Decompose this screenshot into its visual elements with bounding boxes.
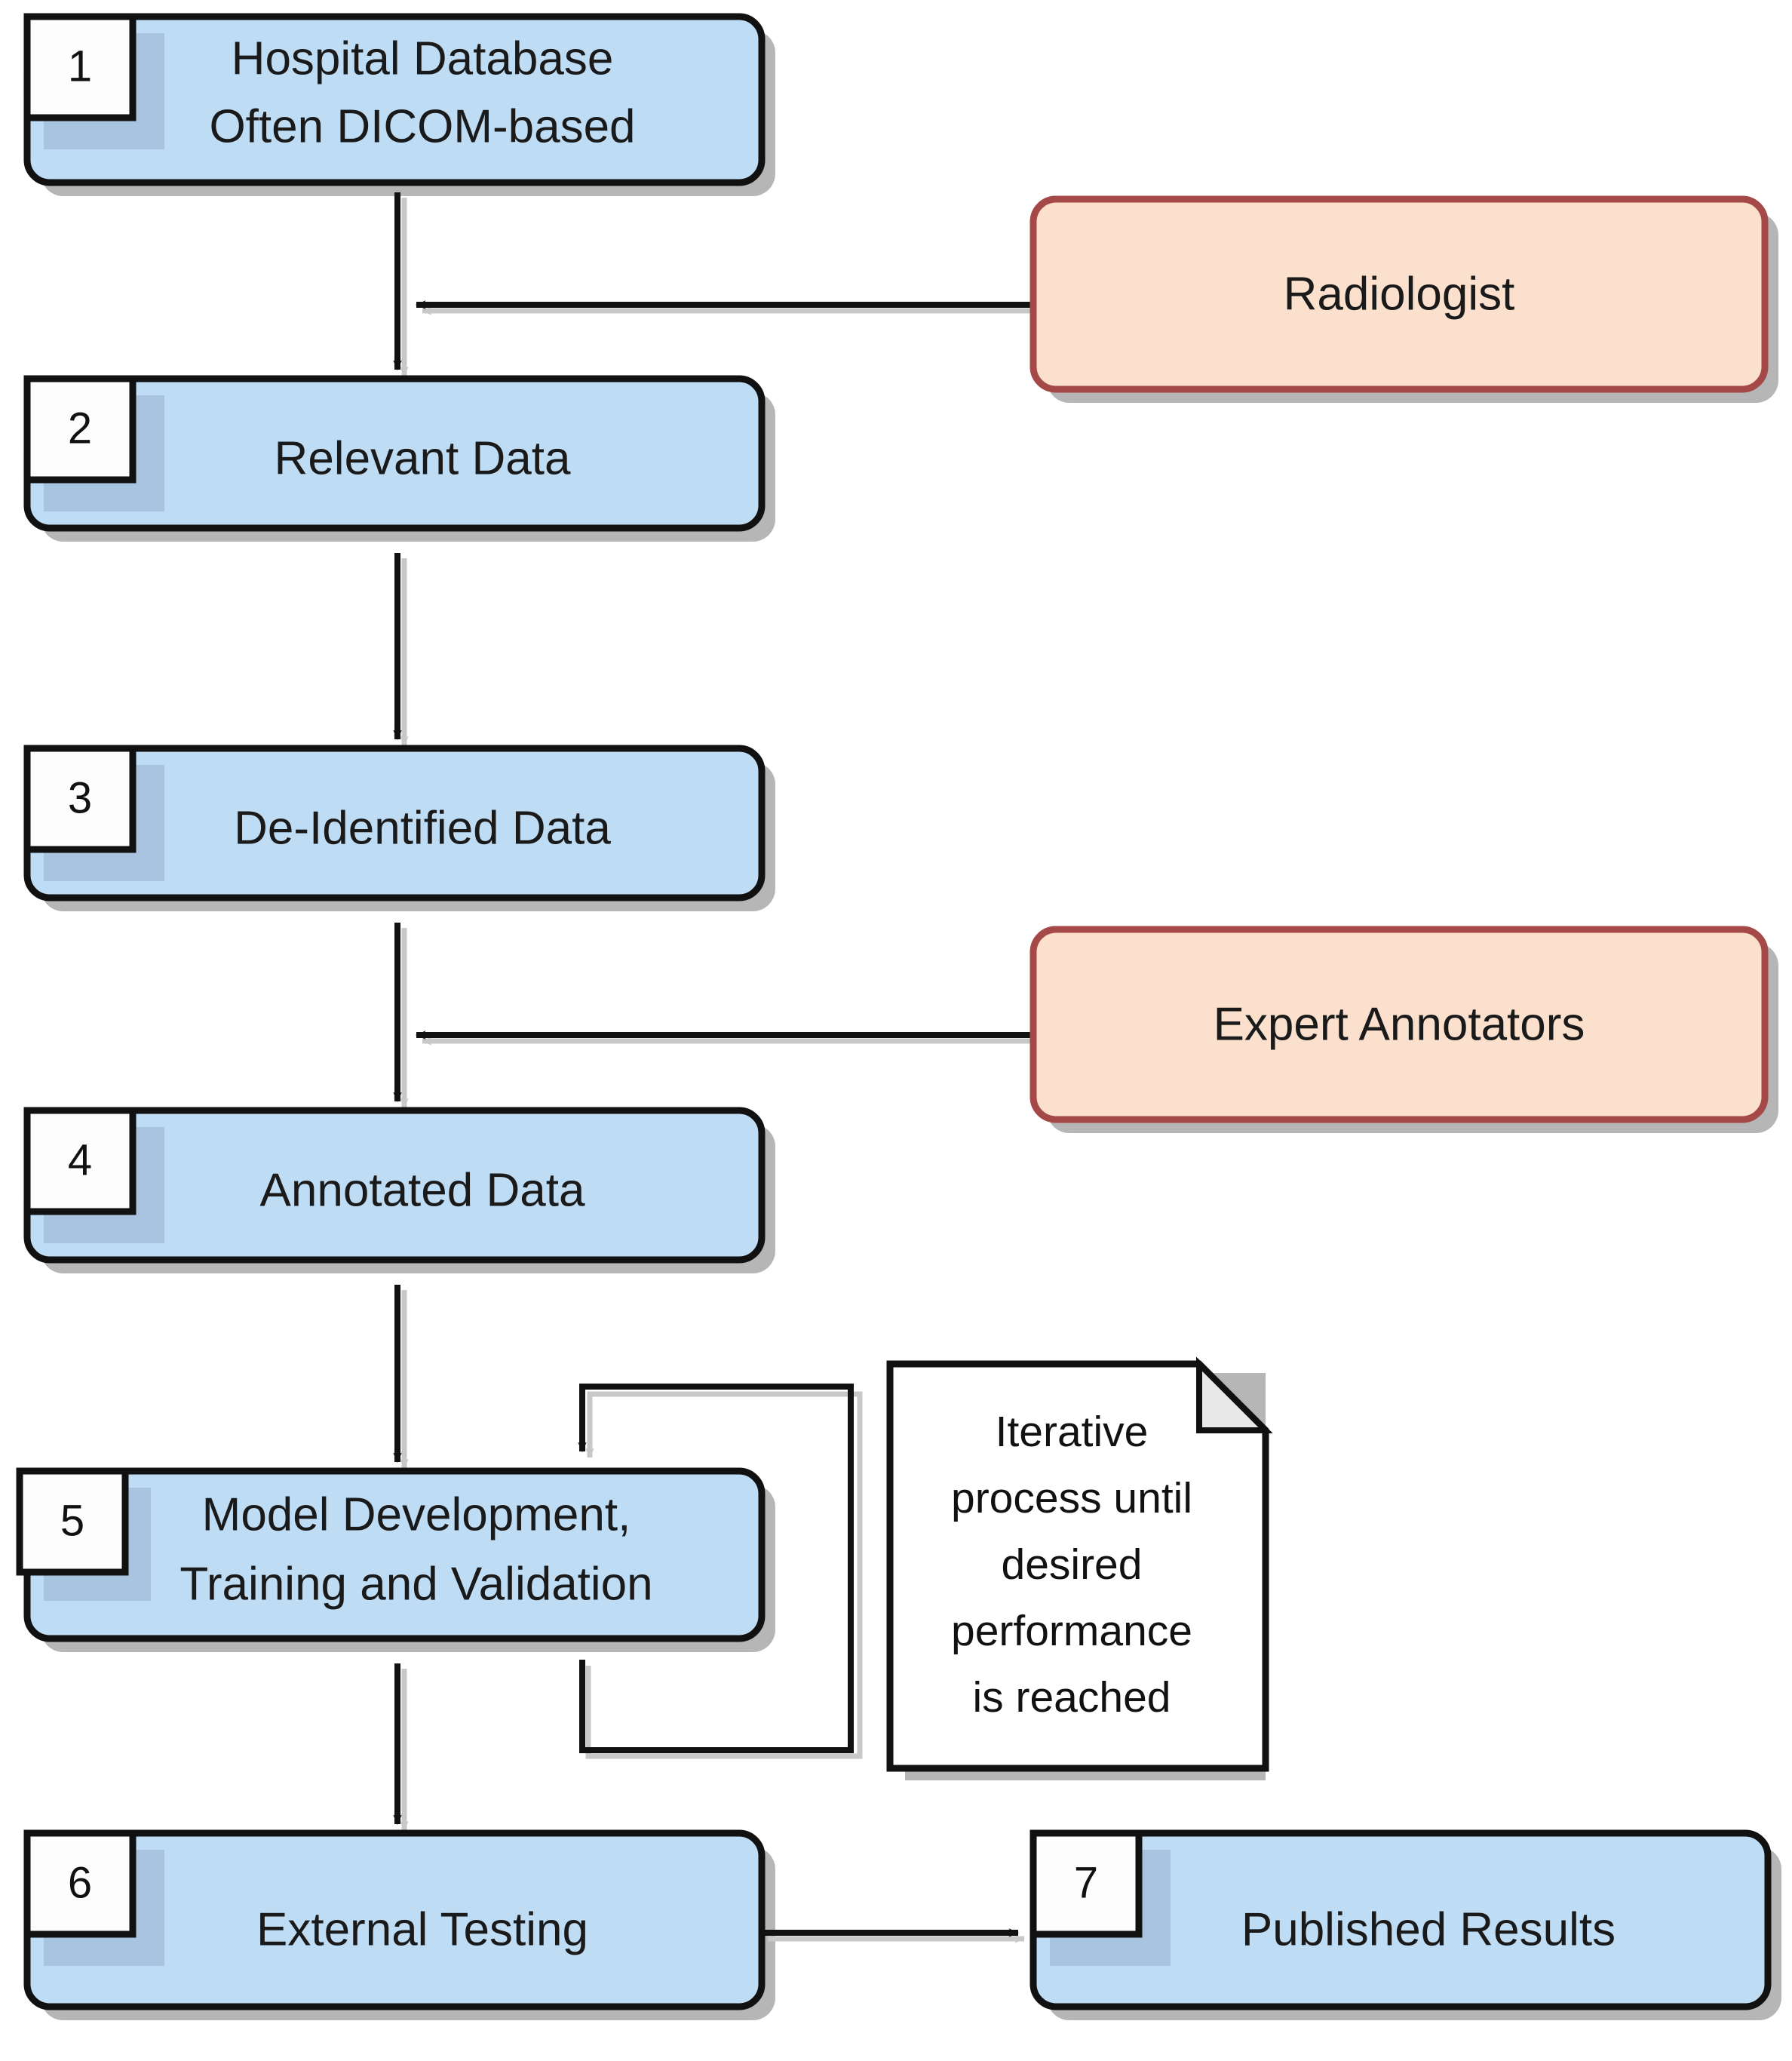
- node-annotated-data[interactable]: Annotated Data 4: [23, 1107, 766, 1264]
- note-line-4: is reached: [973, 1673, 1171, 1722]
- node-number: 1: [68, 41, 92, 91]
- node-label-line-0: Hospital Database: [232, 32, 614, 84]
- node-expert-annotators[interactable]: Expert Annotators: [1029, 926, 1769, 1123]
- node-label-line-1: Often DICOM-based: [209, 100, 635, 152]
- node-number: 6: [68, 1858, 92, 1907]
- note-line-1: process until: [951, 1474, 1192, 1522]
- note-line-0: Iterative: [996, 1408, 1149, 1456]
- flowchart-svg: Iterative process until desired performa…: [16, 13, 1781, 2020]
- node-label-line-0: Relevant Data: [275, 432, 571, 484]
- node-label-line-0: Model Development,: [202, 1488, 631, 1540]
- node-external-testing[interactable]: External Testing 6: [23, 1829, 766, 2010]
- node-published-results[interactable]: Published Results 7: [1029, 1829, 1772, 2010]
- iterative-process-note: Iterative process until desired performa…: [886, 1356, 1273, 1772]
- flowchart-canvas: Iterative process until desired performa…: [0, 0, 1792, 2061]
- node-label-line-0: Radiologist: [1284, 268, 1515, 320]
- node-number: 2: [68, 404, 92, 453]
- node-number: 3: [68, 773, 92, 822]
- node-label-line-0: External Testing: [256, 1903, 588, 1955]
- node-de-identified-data[interactable]: De-Identified Data 3: [23, 745, 766, 901]
- node-hospital-database[interactable]: Hospital Database Often DICOM-based 1: [23, 13, 766, 186]
- node-label-line-0: Expert Annotators: [1214, 998, 1585, 1050]
- node-label-line-0: De-Identified Data: [234, 802, 611, 854]
- node-label-line-1: Training and Validation: [180, 1558, 652, 1610]
- note-line-3: performance: [951, 1607, 1192, 1655]
- node-number: 7: [1074, 1858, 1098, 1907]
- node-number: 5: [60, 1496, 84, 1545]
- node-relevant-data[interactable]: Relevant Data 2: [23, 375, 766, 532]
- node-radiologist[interactable]: Radiologist: [1029, 195, 1769, 393]
- node-number: 4: [68, 1135, 92, 1184]
- node-label-line-0: Published Results: [1241, 1903, 1616, 1955]
- node-label-line-0: Annotated Data: [260, 1164, 585, 1216]
- note-line-2: desired: [1002, 1540, 1143, 1589]
- node-model-development[interactable]: Model Development, Training and Validati…: [16, 1467, 766, 1642]
